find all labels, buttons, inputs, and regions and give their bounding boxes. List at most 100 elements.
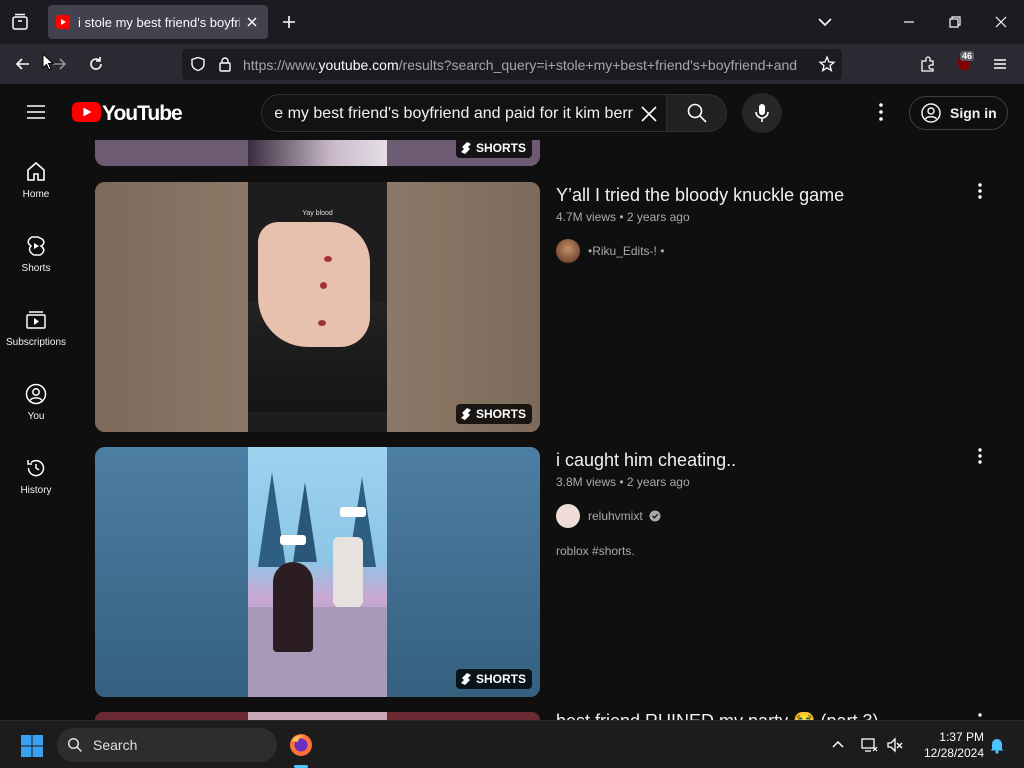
thumbnail-caption: Yay blood (302, 210, 333, 217)
channel-name[interactable]: •Riku_Edits-! • (588, 244, 664, 258)
thumbnail-character (333, 537, 363, 607)
result-meta: 3.8M views • 2 years ago (556, 475, 690, 489)
shorts-badge: SHORTS (455, 140, 532, 158)
close-window-icon[interactable] (992, 13, 1010, 31)
shorts-badge-icon (460, 408, 471, 420)
subscriptions-icon (26, 311, 46, 329)
sidebar-item-you[interactable]: You (0, 362, 72, 436)
windows-taskbar: Search 1:37 PM 12/28/2024 (0, 720, 1024, 768)
url-text[interactable]: https://www.youtube.com/results?search_q… (243, 57, 808, 73)
clock-time: 1:37 PM (939, 730, 984, 744)
sidebar-item-subscriptions[interactable]: Subscriptions (0, 288, 72, 362)
result-channel[interactable]: reluhvmixt (556, 504, 661, 528)
volume-muted-icon[interactable] (886, 736, 904, 754)
app-menu-icon[interactable] (991, 55, 1009, 73)
search-icon (67, 737, 83, 753)
mini-guide-sidebar: Home Shorts Subscriptions You History (0, 140, 72, 718)
result-meta: 4.7M views • 2 years ago (556, 210, 690, 224)
you-icon (25, 383, 47, 405)
network-icon[interactable] (860, 736, 878, 754)
result-thumbnail-partial[interactable] (95, 712, 540, 720)
sidebar-item-label: History (20, 485, 52, 496)
restore-window-icon[interactable] (946, 13, 964, 31)
search-input[interactable]: e my best friend's boyfriend and paid fo… (261, 94, 667, 132)
sidebar-item-label: Home (22, 189, 50, 200)
youtube-logo-text[interactable]: YouTube (102, 102, 183, 126)
thumbnail-hand (258, 222, 370, 347)
ublock-extension-icon[interactable]: 46 (954, 51, 976, 75)
home-icon (27, 161, 45, 181)
verified-badge-icon (649, 510, 661, 522)
result-more-actions-icon[interactable] (970, 446, 990, 466)
search-query-text[interactable]: e my best friend's boyfriend and paid fo… (274, 105, 633, 123)
shorts-icon (27, 236, 45, 256)
lock-icon[interactable] (217, 56, 233, 72)
thumbnail-frame: Yay blood (248, 182, 387, 432)
channel-avatar[interactable] (556, 504, 580, 528)
browser-tab-active[interactable]: i stole my best friend's boyfriend (48, 5, 268, 39)
system-clock[interactable]: 1:37 PM 12/28/2024 (912, 729, 984, 761)
youtube-header: YouTube e my best friend's boyfriend and… (0, 84, 1024, 140)
sidebar-item-home[interactable]: Home (0, 140, 72, 214)
url-bar[interactable]: https://www.youtube.com/results?search_q… (182, 49, 842, 80)
bookmark-star-icon[interactable] (818, 55, 836, 73)
youtube-logo-icon[interactable] (72, 102, 101, 122)
result-description: roblox #shorts. (556, 544, 635, 558)
windows-start-icon[interactable] (20, 734, 44, 758)
sidebar-item-label: Subscriptions (5, 337, 67, 348)
new-tab-icon[interactable] (280, 13, 298, 31)
extensions-icon[interactable] (919, 55, 937, 73)
shorts-badge: SHORTS (455, 669, 532, 689)
clock-date: 12/28/2024 (923, 746, 984, 760)
minimize-window-icon[interactable] (900, 13, 918, 31)
result-thumbnail[interactable]: Yay blood SHORTS (95, 182, 540, 432)
thumbnail-frame (248, 447, 387, 697)
microphone-icon (755, 104, 769, 122)
extension-badge: 46 (960, 51, 975, 61)
result-more-actions-icon[interactable] (970, 711, 990, 720)
browser-nav-bar: https://www.youtube.com/results?search_q… (0, 44, 1024, 84)
sidebar-item-label: You (27, 411, 45, 422)
voice-search-button[interactable] (742, 93, 782, 133)
tracking-protection-icon[interactable] (190, 56, 206, 72)
youtube-favicon-icon (56, 15, 70, 29)
back-icon[interactable] (14, 55, 32, 73)
result-thumbnail-partial[interactable]: SHORTS (95, 140, 540, 166)
result-title[interactable]: Y’all I tried the bloody knuckle game (556, 185, 844, 206)
firefox-taskbar-icon[interactable] (288, 732, 314, 758)
shorts-badge-icon (460, 673, 471, 685)
channel-avatar[interactable] (556, 239, 580, 263)
tab-close-icon[interactable] (244, 14, 260, 30)
thumbnail-character (273, 562, 313, 652)
guide-menu-icon[interactable] (24, 100, 48, 124)
taskbar-search-label: Search (93, 737, 138, 753)
tab-title: i stole my best friend's boyfriend (78, 14, 240, 30)
shorts-badge-icon (460, 142, 471, 154)
result-channel[interactable]: •Riku_Edits-! • (556, 239, 664, 263)
taskbar-search-box[interactable]: Search (57, 728, 277, 762)
mouse-cursor-icon (42, 53, 54, 71)
shorts-badge: SHORTS (455, 404, 532, 424)
clear-search-icon[interactable] (637, 102, 661, 126)
channel-name[interactable]: reluhvmixt (588, 509, 643, 523)
browser-tab-strip: i stole my best friend's boyfriend (0, 0, 1024, 44)
notifications-bell-icon[interactable] (988, 736, 1006, 754)
sidebar-item-shorts[interactable]: Shorts (0, 214, 72, 288)
result-more-actions-icon[interactable] (970, 181, 990, 201)
history-icon (27, 459, 45, 477)
account-circle-icon (921, 103, 941, 123)
result-title[interactable]: i caught him cheating.. (556, 450, 736, 471)
sidebar-item-label: Shorts (21, 263, 51, 274)
sign-in-label: Sign in (950, 105, 997, 121)
reload-icon[interactable] (87, 55, 105, 73)
tab-manager-icon[interactable] (10, 12, 30, 32)
result-title-partial[interactable]: best friend RUINED my party 😭 (part 3) (556, 712, 879, 720)
sidebar-item-history[interactable]: History (0, 436, 72, 510)
show-hidden-icons-icon[interactable] (830, 737, 846, 753)
search-icon (687, 103, 707, 123)
search-button[interactable] (666, 94, 727, 132)
list-all-tabs-icon[interactable] (816, 13, 834, 31)
result-thumbnail[interactable]: SHORTS (95, 447, 540, 697)
settings-more-icon[interactable] (871, 101, 891, 123)
sign-in-button[interactable]: Sign in (909, 96, 1008, 130)
